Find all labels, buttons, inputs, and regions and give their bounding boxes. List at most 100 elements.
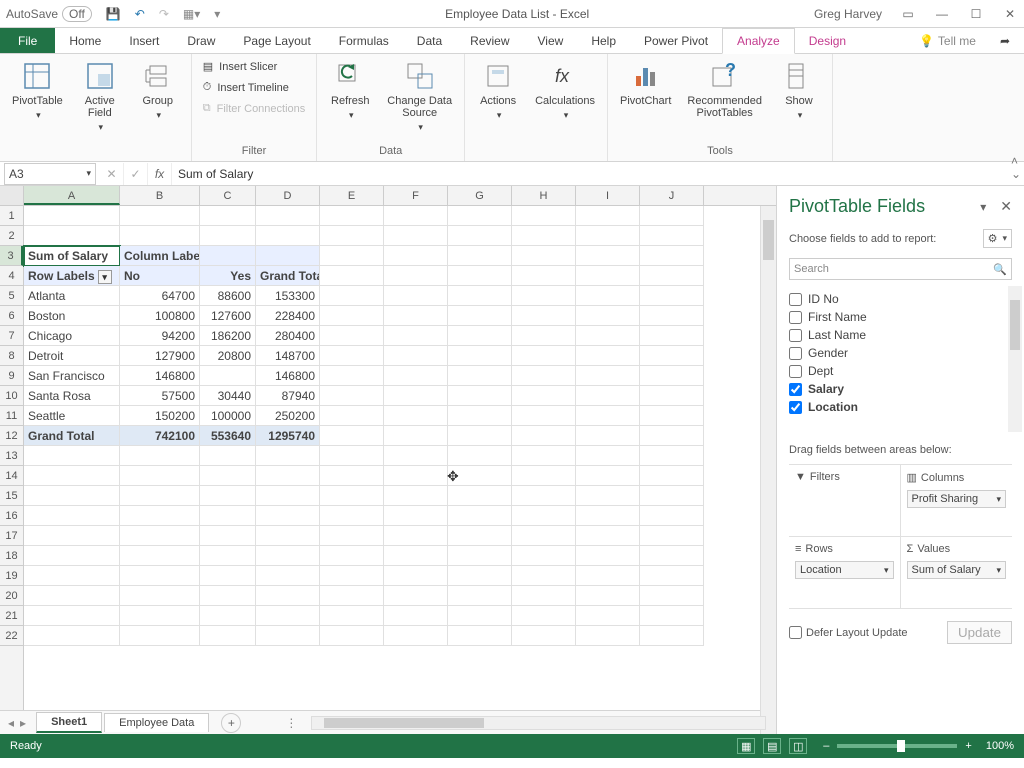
- cell[interactable]: [512, 246, 576, 266]
- cell[interactable]: [384, 366, 448, 386]
- field-list-scrollbar[interactable]: [1008, 286, 1022, 432]
- row-header[interactable]: 20: [0, 586, 23, 606]
- cell[interactable]: [24, 466, 120, 486]
- row-header[interactable]: 2: [0, 226, 23, 246]
- tab-data[interactable]: Data: [403, 28, 456, 53]
- cell[interactable]: [24, 546, 120, 566]
- cell[interactable]: [512, 506, 576, 526]
- cell[interactable]: [320, 226, 384, 246]
- cell[interactable]: [512, 366, 576, 386]
- cell[interactable]: [320, 366, 384, 386]
- cell[interactable]: 153300: [256, 286, 320, 306]
- cell[interactable]: [320, 386, 384, 406]
- field-item[interactable]: Last Name: [789, 326, 1012, 344]
- fields-layout-button[interactable]: ⚙▾: [983, 229, 1012, 248]
- cell[interactable]: [640, 466, 704, 486]
- row-header[interactable]: 1: [0, 206, 23, 226]
- cell[interactable]: [120, 586, 200, 606]
- cell[interactable]: [256, 626, 320, 646]
- pivottable-button[interactable]: PivotTable▾: [8, 58, 67, 123]
- cell[interactable]: [200, 606, 256, 626]
- cell[interactable]: [512, 406, 576, 426]
- col-header-i[interactable]: I: [576, 186, 640, 205]
- cell[interactable]: Grand Total: [256, 266, 320, 286]
- insert-timeline-button[interactable]: ⏱Insert Timeline: [200, 79, 309, 96]
- cell[interactable]: [448, 426, 512, 446]
- cell[interactable]: [384, 466, 448, 486]
- insert-function-icon[interactable]: fx: [148, 163, 172, 185]
- cell[interactable]: [320, 526, 384, 546]
- cell[interactable]: 57500: [120, 386, 200, 406]
- cell[interactable]: [320, 266, 384, 286]
- cell[interactable]: [640, 586, 704, 606]
- cell[interactable]: Chicago: [24, 326, 120, 346]
- cell[interactable]: [512, 326, 576, 346]
- cell[interactable]: [200, 546, 256, 566]
- row-header[interactable]: 5: [0, 286, 23, 306]
- cell[interactable]: [256, 246, 320, 266]
- cell[interactable]: 146800: [120, 366, 200, 386]
- cell[interactable]: [24, 526, 120, 546]
- cell[interactable]: Boston: [24, 306, 120, 326]
- ribbon-display-icon[interactable]: ▭: [900, 6, 916, 22]
- field-item[interactable]: Location: [789, 398, 1012, 416]
- cell[interactable]: [448, 406, 512, 426]
- cell[interactable]: [200, 226, 256, 246]
- field-item[interactable]: Salary: [789, 380, 1012, 398]
- select-all-corner[interactable]: [0, 186, 24, 205]
- cell[interactable]: [200, 246, 256, 266]
- cell[interactable]: [448, 606, 512, 626]
- cell[interactable]: [512, 206, 576, 226]
- cell[interactable]: [448, 366, 512, 386]
- cell[interactable]: [640, 286, 704, 306]
- field-item[interactable]: Dept: [789, 362, 1012, 380]
- cell[interactable]: [320, 246, 384, 266]
- col-header-g[interactable]: G: [448, 186, 512, 205]
- zoom-in-icon[interactable]: +: [965, 740, 971, 752]
- cell[interactable]: [640, 366, 704, 386]
- sheet-tab-employee-data[interactable]: Employee Data: [104, 713, 209, 732]
- cell[interactable]: [512, 486, 576, 506]
- zoom-slider[interactable]: [837, 744, 957, 748]
- cell[interactable]: [24, 446, 120, 466]
- cell[interactable]: [512, 226, 576, 246]
- sheet-tab-sheet1[interactable]: Sheet1: [36, 712, 102, 733]
- cell[interactable]: [120, 626, 200, 646]
- fields-search-input[interactable]: Search 🔍: [789, 258, 1012, 280]
- cell[interactable]: [640, 266, 704, 286]
- cell[interactable]: 280400: [256, 326, 320, 346]
- cell[interactable]: [576, 586, 640, 606]
- cell[interactable]: [576, 326, 640, 346]
- cell[interactable]: 146800: [256, 366, 320, 386]
- field-checkbox[interactable]: [789, 401, 802, 414]
- cell[interactable]: [256, 546, 320, 566]
- col-header-e[interactable]: E: [320, 186, 384, 205]
- cell[interactable]: [512, 626, 576, 646]
- cell[interactable]: 87940: [256, 386, 320, 406]
- cell[interactable]: [200, 526, 256, 546]
- cell[interactable]: [448, 306, 512, 326]
- row-header[interactable]: 11: [0, 406, 23, 426]
- field-item[interactable]: Gender: [789, 344, 1012, 362]
- cell[interactable]: [576, 346, 640, 366]
- field-checkbox[interactable]: [789, 329, 802, 342]
- cell[interactable]: [256, 466, 320, 486]
- cell[interactable]: [320, 206, 384, 226]
- cell[interactable]: [448, 546, 512, 566]
- cell[interactable]: [512, 586, 576, 606]
- cell[interactable]: [384, 426, 448, 446]
- cell[interactable]: [640, 406, 704, 426]
- cell[interactable]: [576, 366, 640, 386]
- row-header[interactable]: 14: [0, 466, 23, 486]
- cell[interactable]: [640, 446, 704, 466]
- cell[interactable]: [512, 286, 576, 306]
- cell[interactable]: Row Labels▾: [24, 266, 120, 286]
- cell[interactable]: [512, 446, 576, 466]
- row-header[interactable]: 21: [0, 606, 23, 626]
- cell[interactable]: Seattle: [24, 406, 120, 426]
- cell[interactable]: [320, 486, 384, 506]
- calculations-button[interactable]: fx Calculations▾: [531, 58, 599, 123]
- cell[interactable]: [640, 246, 704, 266]
- cell[interactable]: [576, 506, 640, 526]
- cell[interactable]: Santa Rosa: [24, 386, 120, 406]
